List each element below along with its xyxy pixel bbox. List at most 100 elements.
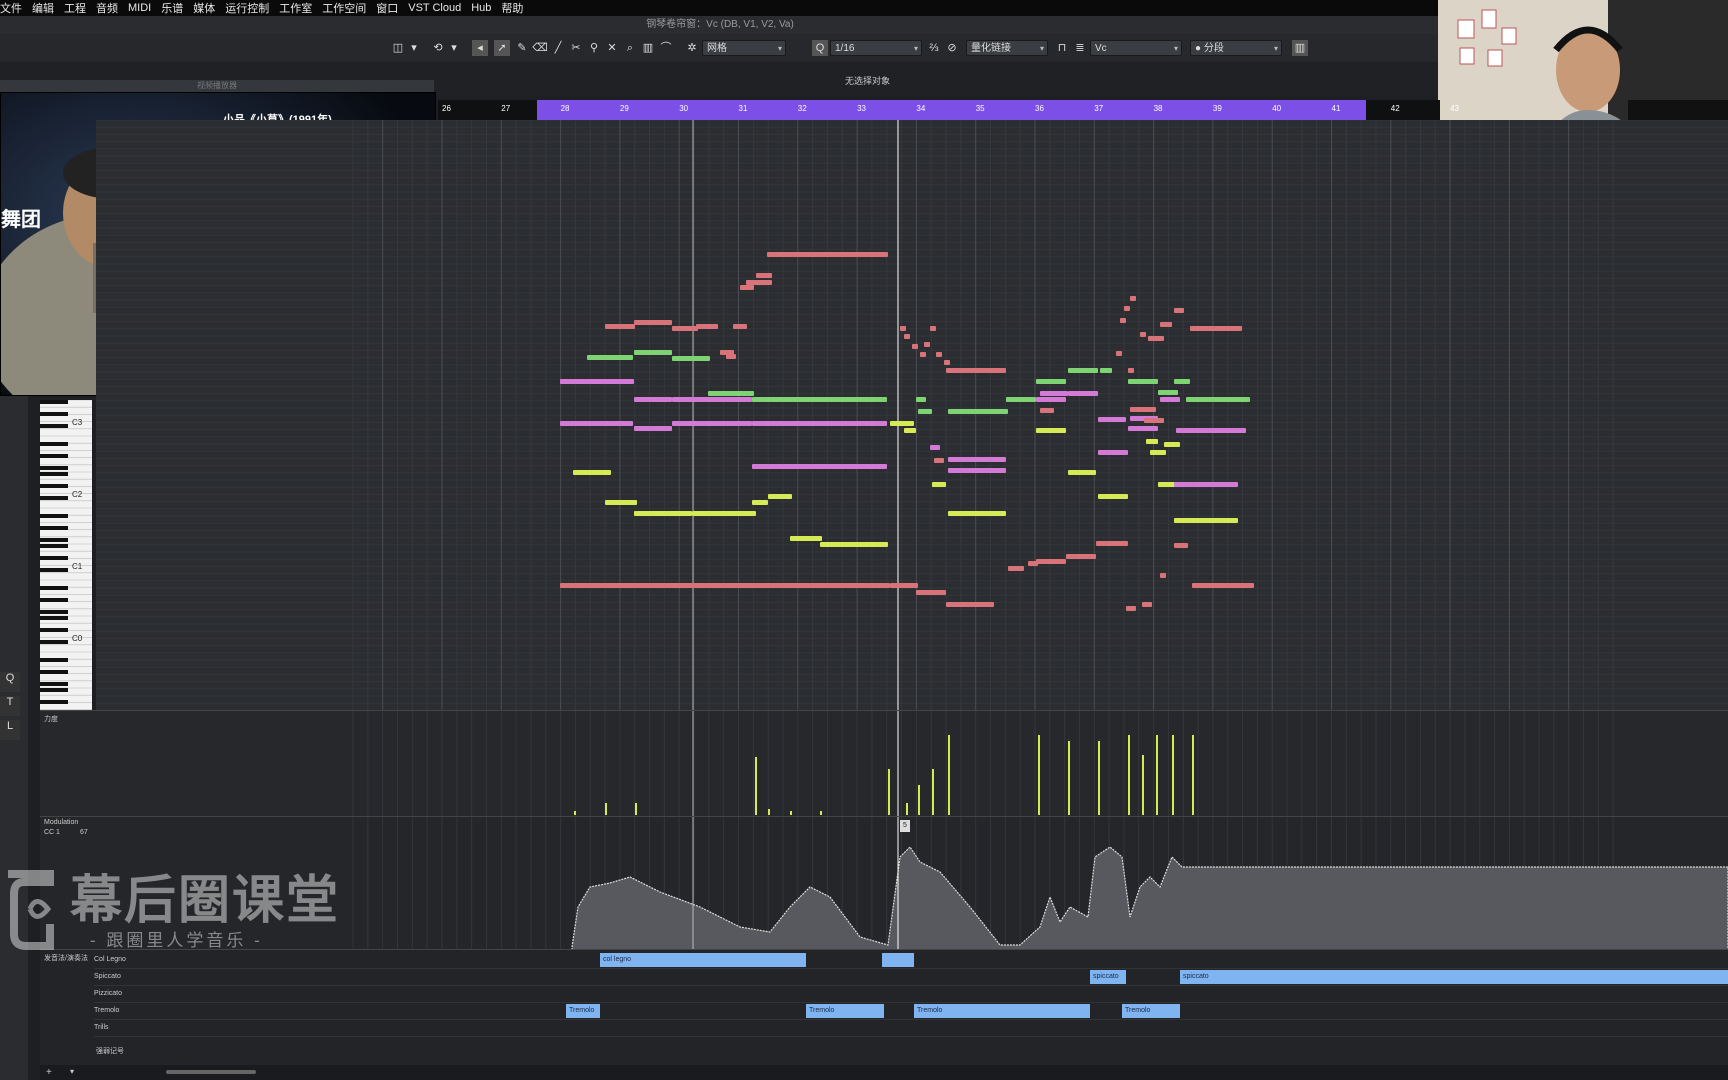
midi-note [1160,322,1172,327]
menu-item[interactable]: 编辑 [32,0,54,16]
midi-note [1130,407,1156,412]
midi-note [946,602,994,607]
menu-item[interactable]: 帮助 [501,0,523,16]
midi-note [1124,306,1130,311]
articulation-block[interactable]: Tremolo [806,1004,884,1018]
black-key [40,466,68,470]
midi-note [944,360,950,365]
midi-note [1126,606,1136,611]
black-key [40,496,68,500]
midi-note [634,320,672,325]
modulation-curve [571,846,1728,950]
speaker-icon[interactable]: ◂ [472,40,488,56]
c0-label: C0 [72,634,83,643]
eraser-tool-icon[interactable]: ⌫ [532,40,548,56]
velocity-stem [932,769,934,815]
articulation-block[interactable]: Tremolo [566,1004,600,1018]
velocity-stem [906,803,908,815]
midi-note [1036,379,1066,384]
note-editor-grid[interactable] [96,120,1728,710]
mute-tool-icon[interactable]: ✕ [604,40,620,56]
menu-item[interactable]: 音频 [96,0,118,16]
camera-icon[interactable]: ◫ [390,40,406,56]
bracket-icon[interactable]: ⊓ [1054,40,1070,56]
horizontal-scrollbar[interactable] [166,1070,256,1074]
snap-icon[interactable]: ✲ [684,40,700,56]
swing-icon[interactable]: ⊘ [944,40,960,56]
bottom-scroll-bar[interactable]: + ▾ [40,1065,1728,1080]
add-lane-icon[interactable]: + [46,1067,52,1078]
black-key [40,484,68,488]
modulation-marker[interactable]: 5 [900,820,910,832]
menu-item[interactable]: Hub [471,2,491,14]
menu-item[interactable]: 窗口 [376,0,398,16]
articulation-row[interactable]: Tremolo [94,1003,1728,1020]
articulation-row[interactable]: Trills [94,1020,1728,1037]
pencil-tool-icon[interactable]: ✎ [514,40,530,56]
midi-note [920,352,926,357]
dropdown-icon[interactable]: ▾ [406,40,422,56]
watermark-subtitle: - 跟圈里人学音乐 - [90,931,263,950]
articulation-block[interactable]: Tremolo [1122,1004,1180,1018]
arrow-tool-icon[interactable]: ➚ [494,40,510,56]
bar-ruler[interactable]: 26 27 28 29 30 31 32 33 34 35 36 37 38 39 40 41 42 43 [438,100,1459,121]
menu-item[interactable]: 运行控制 [225,0,269,16]
midi-note [692,511,756,516]
part-mode-select[interactable]: ● 分段 ▾ [1190,40,1282,56]
midi-note [1160,573,1166,578]
cycle-range[interactable] [537,100,1366,120]
midi-note [756,273,772,278]
glue-tool-icon[interactable]: ⚲ [586,40,602,56]
midi-note [672,421,752,426]
quantize-value: 1/16 [835,43,855,54]
articulation-row[interactable]: Pizzicato [94,986,1728,1003]
velocity-stem [888,769,890,815]
grid-mode-select[interactable]: 网格 ▾ [702,40,786,56]
midi-note [560,421,633,426]
midi-note [768,494,792,499]
menu-item[interactable]: 文件 [0,0,22,16]
keyboard-icon[interactable]: ▥ [1292,40,1308,56]
bar-number: 28 [560,104,570,113]
piano-keyboard[interactable]: C3 C2 C1 C0 [40,400,92,710]
menu-item[interactable]: 工作空间 [322,0,366,16]
zoom-tool-icon[interactable]: ⌕ [622,40,638,56]
articulation-block[interactable]: spiccato [1090,970,1126,984]
trim-tool-icon[interactable]: ▥ [640,40,656,56]
articulation-block[interactable]: spiccato [1180,970,1728,984]
menu-item[interactable]: 工程 [64,0,86,16]
transpose-tool-button[interactable]: T [0,696,20,716]
midi-note [1120,318,1126,323]
autoscroll-icon[interactable]: ⟲ [430,40,446,56]
grid-mode-value: 网格 [707,43,727,54]
velocity-lane[interactable]: 力度 [40,710,1728,817]
dropdown-icon[interactable]: ▾ [446,40,462,56]
bar-number: 26 [442,104,451,113]
velocity-stem [1192,735,1194,815]
midi-note [746,280,772,285]
articulation-block[interactable]: Tremolo [914,1004,1090,1018]
curve-tool-icon[interactable]: ⌒ [658,40,674,56]
triplet-icon[interactable]: ⅔ [926,40,942,56]
quantize-select[interactable]: 1/16 ▾ [830,40,922,56]
articulation-block[interactable] [882,953,914,967]
quantize-link-value: 量化链接 [971,43,1011,54]
midi-note [1098,417,1126,422]
menu-item[interactable]: VST Cloud [408,2,461,14]
articulation-block[interactable]: col legno [600,953,806,967]
lane-menu-icon[interactable]: ▾ [70,1067,74,1076]
line-tool-icon[interactable]: ╱ [550,40,566,56]
menu-item[interactable]: 媒体 [193,0,215,16]
length-tool-button[interactable]: L [0,720,20,740]
track-select[interactable]: Vc ▾ [1090,40,1182,56]
articulation-lane[interactable]: 发音法/演奏法 Col Legno Spiccato Pizzicato Tremol… [40,949,1728,1066]
quantize-link-select[interactable]: 量化链接 ▾ [966,40,1048,56]
quantize-tool-button[interactable]: Q [0,672,20,692]
lines-icon[interactable]: ≣ [1072,40,1088,56]
quantize-icon[interactable]: Q [812,40,828,56]
menu-item[interactable]: 工作室 [279,0,312,16]
split-tool-icon[interactable]: ✂ [568,40,584,56]
menu-item[interactable]: MIDI [128,2,151,14]
midi-note [1140,332,1146,337]
menu-item[interactable]: 乐谱 [161,0,183,16]
